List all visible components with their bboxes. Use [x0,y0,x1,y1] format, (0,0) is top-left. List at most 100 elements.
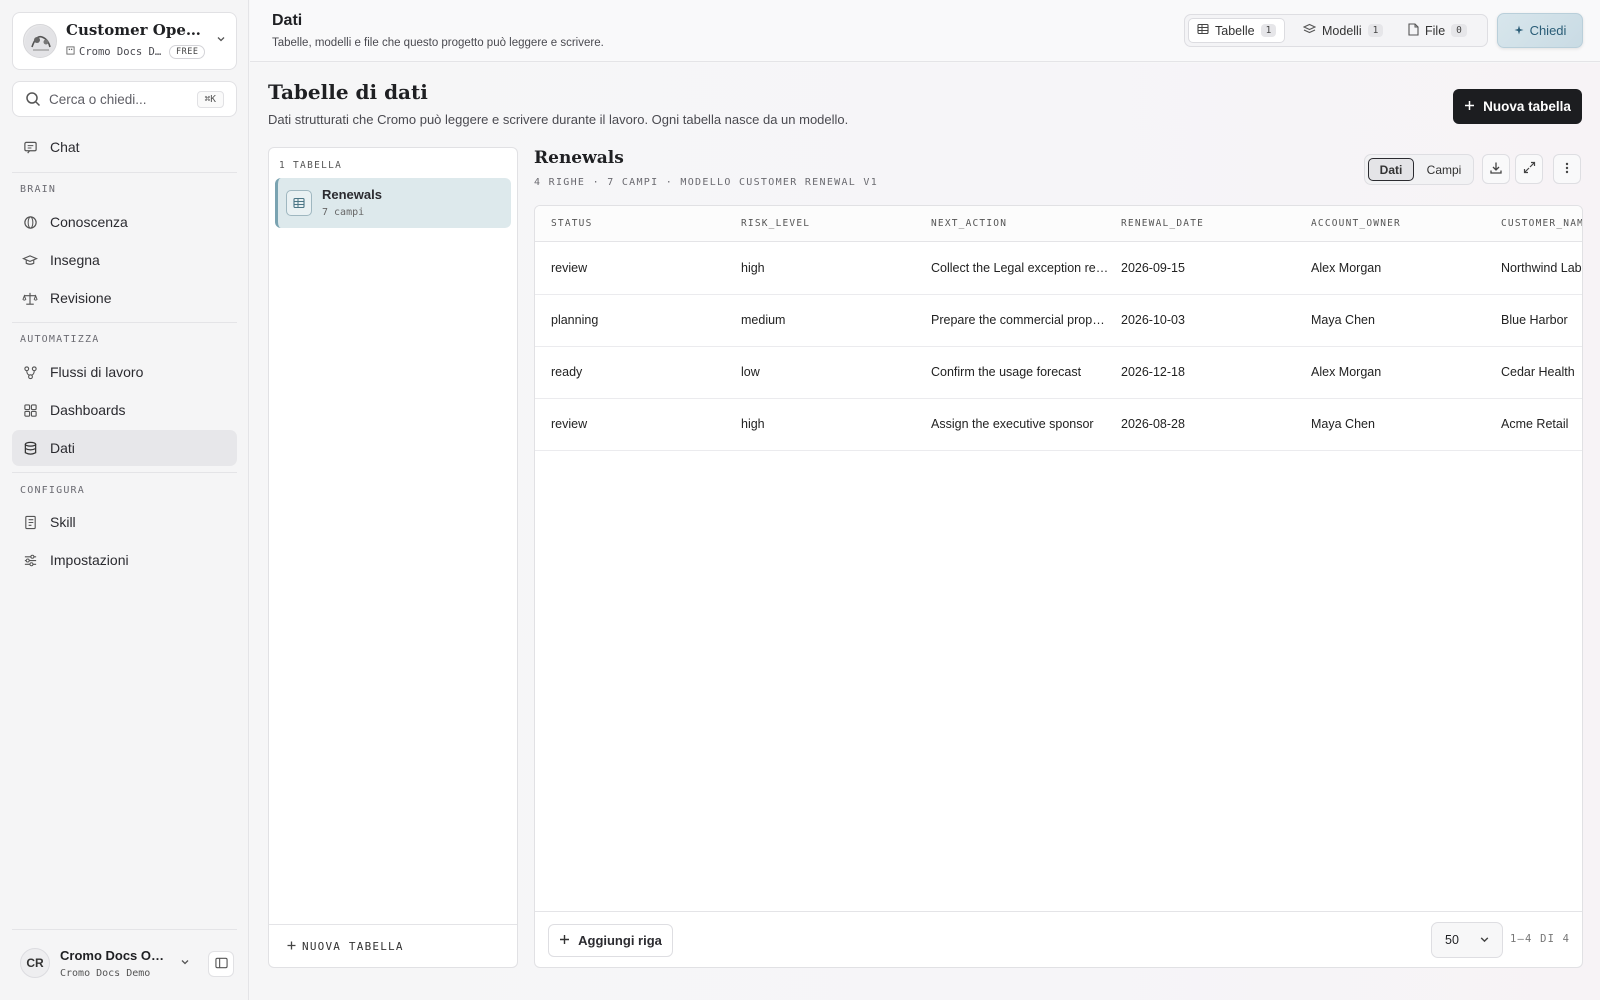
download-button[interactable] [1482,154,1510,184]
data-grid: STATUS RISK_LEVEL NEXT_ACTION RENEWAL_DA… [534,205,1583,968]
column-header[interactable]: RENEWAL_DATE [1121,218,1204,229]
table-cell[interactable]: Northwind Labs [1501,261,1582,275]
new-table-button[interactable]: Nuova tabella [1453,89,1582,124]
section-brain: BRAIN [20,184,57,195]
section-subtitle: Dati strutturati che Cromo può leggere e… [268,112,849,127]
table-cell[interactable]: Alex Morgan [1311,261,1481,275]
tab-file[interactable]: File 0 [1400,18,1475,43]
table-row[interactable]: planning medium Prepare the commercial p… [535,295,1582,347]
section-automate: AUTOMATIZZA [20,334,100,345]
sidebar-item-flussi[interactable]: Flussi di lavoro [12,354,237,390]
column-header[interactable]: ACCOUNT_OWNER [1311,218,1401,229]
chevron-down-icon[interactable] [180,957,190,970]
sidebar-item-chat[interactable]: Chat [12,129,237,165]
sidebar-item-dashboards[interactable]: Dashboards [12,392,237,428]
plan-badge: FREE [169,45,206,59]
tab-tabelle[interactable]: Tabelle 1 [1188,18,1286,43]
tab-count: 0 [1451,24,1467,37]
avatar[interactable]: CR [20,948,50,978]
page-subtitle: Tabelle, modelli e file che questo proge… [272,37,604,49]
sidebar-item-impostazioni[interactable]: Impostazioni [12,542,237,578]
more-button[interactable] [1553,154,1581,184]
sidebar-item-insegna[interactable]: Insegna [12,242,237,278]
collapse-sidebar-button[interactable] [208,951,234,977]
user-name[interactable]: Cromo Docs Owner [60,948,170,963]
table-cell[interactable]: review [551,417,721,431]
view-data-button[interactable]: Dati [1368,158,1414,181]
page-title: Dati [272,12,303,29]
top-header: Dati Tabelle, modelli e file che questo … [250,0,1600,62]
table-cell[interactable]: Confirm the usage forecast [931,365,1111,379]
divider [535,911,1582,912]
table-cell[interactable]: Acme Retail [1501,417,1582,431]
table-cell[interactable]: Maya Chen [1311,417,1481,431]
sparkle-icon [1514,23,1524,38]
sidebar-item-label: Dati [50,440,75,456]
column-header[interactable]: CUSTOMER_NAME [1501,218,1582,229]
table-cell[interactable]: Cedar Health [1501,365,1582,379]
table-cell[interactable]: medium [741,313,911,327]
new-table-link[interactable]: NUOVA TABELLA [287,940,404,953]
column-header[interactable]: NEXT_ACTION [931,218,1007,229]
tables-list-panel: 1 TABELLA Renewals 7 campi NUOVA TABELLA [268,147,518,968]
column-header[interactable]: STATUS [551,218,593,229]
user-org: Cromo Docs Demo [60,968,151,979]
table-cell[interactable]: Blue Harbor [1501,313,1582,327]
expand-icon [1523,161,1536,177]
table-cell[interactable]: high [741,261,911,275]
table-row[interactable]: review high Assign the executive sponsor… [535,399,1582,451]
view-fields-button[interactable]: Campi [1417,158,1471,181]
sidebar-item-label: Dashboards [50,402,126,418]
page-size-select[interactable]: 50 [1431,922,1503,958]
list-item[interactable]: Renewals 7 campi [275,178,511,228]
table-cell[interactable]: 2026-12-18 [1121,365,1291,379]
table-cell[interactable]: 2026-10-03 [1121,313,1291,327]
section-title: Tabelle di dati [268,80,428,104]
workspace-title: Customer Operations [66,21,206,39]
pagination-range: 1–4 DI 4 [1510,933,1571,945]
building-icon [66,46,75,58]
tab-modelli[interactable]: Modelli 1 [1295,18,1391,43]
view-toggle: Dati Campi [1364,154,1474,185]
table-cell[interactable]: 2026-09-15 [1121,261,1291,275]
tab-label: Modelli [1322,23,1362,38]
download-icon [1489,161,1503,178]
sidebar-item-label: Conoscenza [50,214,128,230]
table-row[interactable]: review high Collect the Legal exception … [535,243,1582,295]
book-icon [22,514,38,530]
ask-button[interactable]: Chiedi [1497,13,1583,48]
table-cell[interactable]: planning [551,313,721,327]
layers-icon [1302,23,1317,38]
expand-button[interactable] [1515,154,1543,184]
table-title: Renewals [534,148,624,168]
table-cell[interactable]: Collect the Legal exception request [931,261,1111,275]
sidebar-item-conoscenza[interactable]: Conoscenza [12,204,237,240]
table-cell[interactable]: Prepare the commercial proposal [931,313,1111,327]
table-cell[interactable]: low [741,365,911,379]
sidebar-item-label: Impostazioni [50,552,129,568]
search-input[interactable]: Cerca o chiedi... ⌘K [12,81,237,117]
sidebar-item-label: Chat [50,139,80,155]
new-table-label: Nuova tabella [1483,99,1571,114]
tab-label: Tabelle [1215,23,1255,38]
table-cell[interactable]: 2026-08-28 [1121,417,1291,431]
table-cell[interactable]: review [551,261,721,275]
table-cell[interactable]: Maya Chen [1311,313,1481,327]
table-cell[interactable]: Assign the executive sponsor [931,417,1111,431]
sidebar-item-label: Insegna [50,252,100,268]
sidebar-item-dati[interactable]: Dati [12,430,237,466]
globe-icon [22,214,38,230]
sidebar-item-skill[interactable]: Skill [12,504,237,540]
table-row[interactable]: ready low Confirm the usage forecast 202… [535,347,1582,399]
column-header[interactable]: RISK_LEVEL [741,218,810,229]
table-cell[interactable]: ready [551,365,721,379]
table-cell[interactable]: Alex Morgan [1311,365,1481,379]
table-cell[interactable]: high [741,417,911,431]
sidebar-item-revisione[interactable]: Revisione [12,280,237,316]
chevron-down-icon [1479,934,1490,948]
workspace-switcher[interactable]: Customer Operations Cromo Docs Demo FREE [12,12,237,70]
plus-icon [1464,99,1475,114]
divider [269,924,517,925]
add-row-button[interactable]: Aggiungi riga [548,924,673,957]
sidebar-item-label: Revisione [50,290,112,306]
